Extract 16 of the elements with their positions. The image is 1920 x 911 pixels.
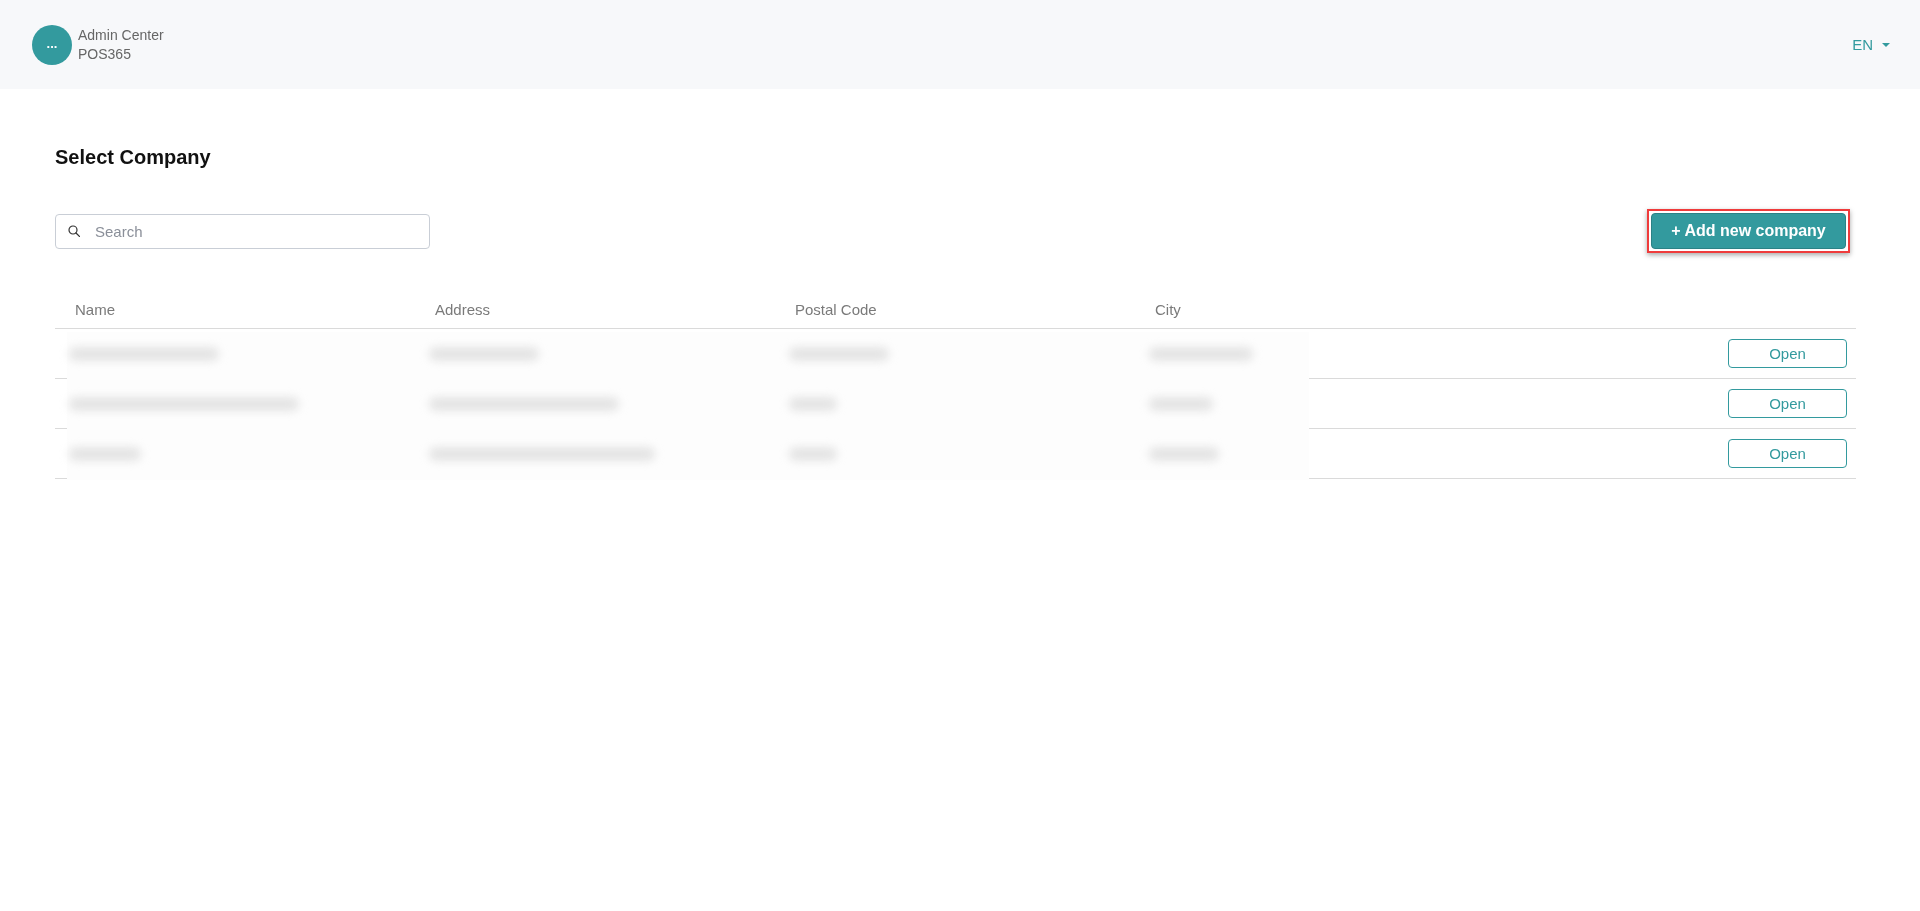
open-button[interactable]: Open — [1728, 389, 1847, 418]
avatar-circle[interactable]: ... — [32, 24, 72, 65]
page-title: Select Company — [55, 145, 211, 169]
column-header: Name — [75, 300, 115, 318]
add-company-button[interactable]: + Add new company — [1651, 213, 1846, 249]
caret-icon — [1882, 42, 1890, 47]
search-field[interactable]: Search — [55, 213, 430, 249]
column-header: Address — [435, 300, 491, 318]
tenant-name: POS365 — [78, 44, 131, 64]
language-dropdown[interactable]: EN — [1850, 32, 1892, 57]
column-header: City — [1155, 300, 1181, 318]
search-icon — [68, 224, 80, 237]
app-name: Admin Center — [78, 25, 164, 45]
open-button[interactable]: Open — [1728, 439, 1847, 468]
open-button[interactable]: Open — [1728, 339, 1847, 368]
column-header: Postal Code — [795, 300, 877, 318]
